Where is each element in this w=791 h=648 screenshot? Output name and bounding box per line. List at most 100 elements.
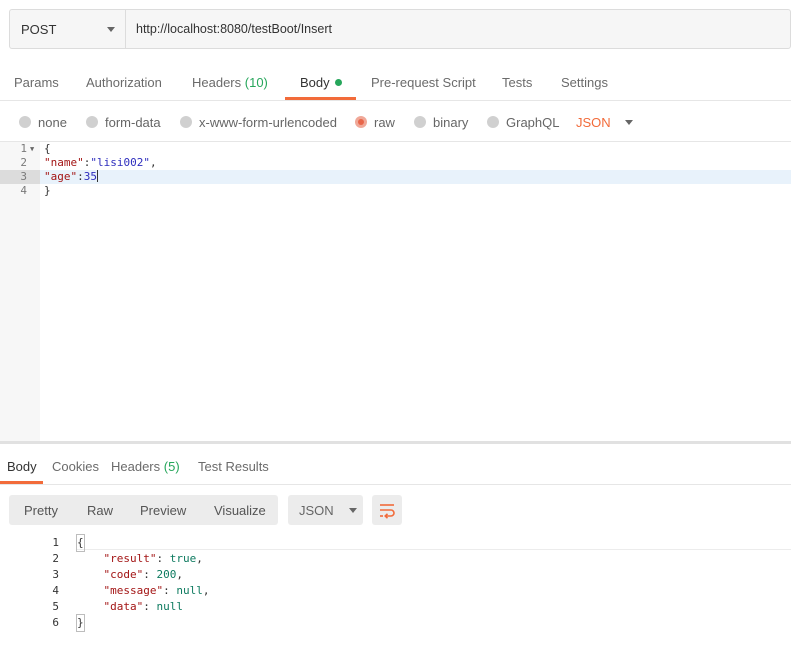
radio-urlencoded-label: x-www-form-urlencoded	[199, 114, 337, 130]
dot-icon	[334, 79, 342, 86]
radio-raw[interactable]: raw	[355, 102, 395, 142]
response-tab-body-label: Body	[7, 459, 37, 474]
wrap-lines-button[interactable]	[372, 495, 402, 525]
view-preview-button[interactable]: Preview	[140, 495, 186, 525]
tab-params[interactable]: Params	[14, 62, 59, 101]
radio-form-data[interactable]: form-data	[86, 102, 161, 142]
json-key: "message"	[103, 584, 164, 597]
wrap-lines-icon	[380, 504, 395, 519]
radio-circle-icon	[86, 116, 98, 128]
json-key: "name"	[44, 156, 84, 169]
tab-authorization-label: Authorization	[86, 75, 162, 90]
code-line: 2 "name":"lisi002",	[0, 156, 791, 170]
radio-graphql[interactable]: GraphQL	[487, 102, 559, 142]
response-code: "code": 200,	[103, 568, 184, 581]
tab-headers-count: (10)	[244, 75, 268, 90]
view-pretty-button[interactable]: Pretty	[24, 495, 58, 525]
tab-headers-label: Headers	[192, 75, 242, 90]
response-tab-headers-count: (5)	[163, 459, 180, 474]
json-value: 200	[156, 568, 177, 581]
response-line-number: 6	[52, 616, 59, 629]
request-url-bar: POST http://localhost:8080/testBoot/Inse…	[9, 9, 791, 49]
code-text: }	[44, 184, 51, 197]
view-visualize-button[interactable]: Visualize	[214, 495, 266, 525]
code-text: "age":35	[44, 170, 98, 183]
tab-pre-request-script-label: Pre-request Script	[371, 75, 476, 90]
triangle-down-icon[interactable]: ▼	[30, 142, 34, 156]
line-number: 2	[20, 156, 27, 169]
response-line-number: 4	[52, 584, 59, 597]
json-value: true	[169, 552, 197, 565]
json-key: "code"	[103, 568, 144, 581]
code-line: 1 ▼ {	[0, 142, 791, 156]
tab-tests-label: Tests	[502, 75, 533, 90]
response-tab-test-results[interactable]: Test Results	[198, 444, 269, 485]
radio-circle-icon	[180, 116, 192, 128]
chevron-down-icon	[348, 507, 357, 513]
radio-x-www-form-urlencoded[interactable]: x-www-form-urlencoded	[180, 102, 337, 142]
code-text: "name":"lisi002",	[44, 156, 157, 169]
radio-binary[interactable]: binary	[414, 102, 468, 142]
radio-raw-label: raw	[374, 114, 395, 130]
code-line: 4 }	[0, 184, 791, 198]
url-input[interactable]: http://localhost:8080/testBoot/Insert	[126, 10, 790, 48]
response-line: 1 {	[0, 534, 791, 552]
tab-body-label: Body	[300, 75, 330, 90]
chevron-down-icon	[107, 26, 115, 32]
json-key: "age"	[44, 170, 78, 183]
tab-body[interactable]: Body	[300, 62, 342, 101]
response-code: "result": true,	[103, 552, 203, 565]
tab-authorization[interactable]: Authorization	[86, 62, 162, 101]
line-number: 3	[20, 170, 27, 183]
response-format-select[interactable]: JSON	[288, 495, 363, 525]
json-number: 35	[83, 170, 97, 183]
view-mode-group: Pretty Raw Preview Visualize	[9, 495, 278, 525]
text-cursor	[97, 170, 98, 182]
response-line: 4 "message": null,	[0, 583, 791, 599]
method-select[interactable]: POST	[10, 10, 126, 48]
response-tabs: Body Cookies Headers (5) Test Results	[0, 444, 791, 485]
radio-none-label: none	[38, 114, 67, 130]
tab-tests[interactable]: Tests	[502, 62, 532, 101]
response-line: 3 "code": 200,	[0, 567, 791, 583]
json-key: "result"	[103, 552, 157, 565]
tab-pre-request-script[interactable]: Pre-request Script	[371, 62, 476, 101]
response-tab-body[interactable]: Body	[7, 444, 37, 485]
line-number: 4	[20, 184, 27, 197]
response-code: }	[76, 614, 85, 632]
view-raw-button[interactable]: Raw	[87, 495, 113, 525]
radio-circle-icon	[487, 116, 499, 128]
response-line: 2 "result": true,	[0, 551, 791, 567]
radio-circle-icon	[414, 116, 426, 128]
code-text: {	[44, 142, 51, 155]
json-key: "data"	[103, 600, 144, 613]
response-code: "data": null	[103, 600, 184, 613]
radio-selected-icon	[355, 116, 367, 128]
radio-binary-label: binary	[433, 114, 469, 130]
response-tab-test-results-label: Test Results	[198, 459, 269, 474]
response-code: "message": null,	[103, 584, 210, 597]
tab-settings-label: Settings	[561, 75, 608, 90]
line-number: 1	[20, 142, 27, 155]
response-format-label: JSON	[299, 502, 334, 518]
response-line-number: 5	[52, 600, 59, 613]
request-body-editor[interactable]: 1 ▼ { 2 "name":"lisi002", 3 "age":35 4 }	[0, 142, 791, 441]
radio-form-data-label: form-data	[105, 114, 161, 130]
response-active-tab-indicator	[0, 481, 43, 484]
response-line: 6 }	[0, 614, 791, 632]
request-tabs: Params Authorization Headers (10) Body P…	[0, 62, 791, 101]
body-type-options: none form-data x-www-form-urlencoded raw…	[0, 102, 791, 142]
response-line-number: 2	[52, 552, 59, 565]
body-language-label: JSON	[576, 114, 611, 130]
radio-graphql-label: GraphQL	[506, 114, 560, 130]
radio-circle-icon	[19, 116, 31, 128]
body-language-select[interactable]: JSON	[576, 102, 633, 142]
response-line-number: 1	[52, 536, 59, 549]
method-label: POST	[21, 21, 57, 37]
radio-none[interactable]: none	[19, 102, 67, 142]
tab-headers[interactable]: Headers (10)	[192, 62, 268, 101]
response-tab-cookies[interactable]: Cookies	[52, 444, 99, 485]
tab-settings[interactable]: Settings	[561, 62, 608, 101]
response-tab-headers[interactable]: Headers (5)	[111, 444, 180, 485]
response-line-number: 3	[52, 568, 59, 581]
